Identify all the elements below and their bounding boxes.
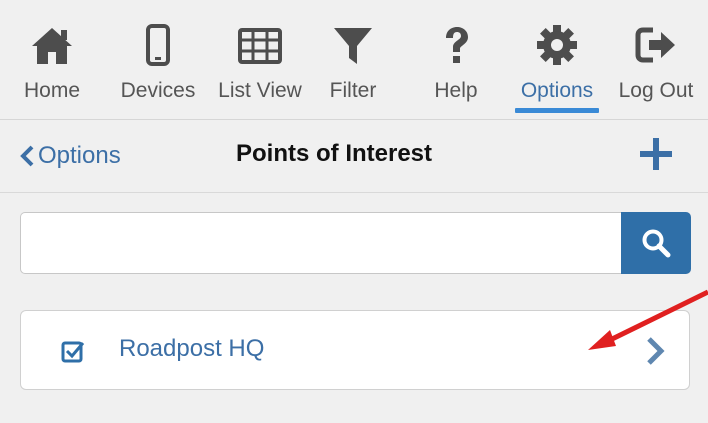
toolbar-label: Devices <box>120 79 196 102</box>
toolbar-label: Options <box>520 79 594 102</box>
toolbar-label: Filter <box>329 79 377 102</box>
page-title: Points of Interest <box>236 140 433 167</box>
table-icon <box>238 28 282 64</box>
chevron-left-icon <box>20 145 34 167</box>
toolbar-item-devices[interactable]: Devices <box>112 0 204 119</box>
add-icon[interactable] <box>638 136 674 172</box>
filter-icon <box>334 28 372 64</box>
list-item-label: Roadpost HQ <box>119 335 265 362</box>
toolbar-item-options[interactable]: Options <box>510 0 604 119</box>
toolbar-label: Log Out <box>618 79 694 102</box>
gear-icon <box>537 25 577 65</box>
back-button-label: Options <box>38 142 121 169</box>
toolbar-item-help[interactable]: Help <box>420 0 492 119</box>
toolbar-item-home[interactable]: Home <box>16 0 88 119</box>
top-toolbar: Home Devices List View Filter Help Optio… <box>0 0 708 120</box>
search-input[interactable] <box>20 212 622 274</box>
toolbar-item-log-out[interactable]: Log Out <box>610 0 702 119</box>
chevron-right-icon <box>647 337 665 365</box>
toolbar-label: Help <box>434 79 478 102</box>
sign-out-icon <box>635 27 675 63</box>
checked-checkbox-icon[interactable] <box>61 339 85 363</box>
question-icon <box>446 27 468 63</box>
search-icon <box>642 229 671 258</box>
active-tab-indicator <box>515 108 599 113</box>
toolbar-label: List View <box>218 79 302 102</box>
mobile-icon <box>146 24 170 66</box>
toolbar-label: Home <box>23 79 81 102</box>
toolbar-item-filter[interactable]: Filter <box>318 0 388 119</box>
toolbar-item-list-view[interactable]: List View <box>212 0 308 119</box>
search-bar <box>20 212 691 278</box>
home-icon <box>32 28 72 64</box>
search-button[interactable] <box>621 212 691 274</box>
list-item[interactable]: Roadpost HQ <box>20 310 690 390</box>
back-button[interactable]: Options <box>20 140 121 172</box>
